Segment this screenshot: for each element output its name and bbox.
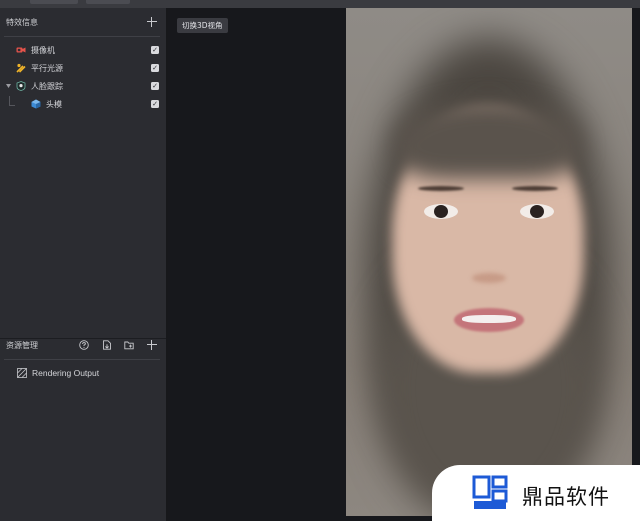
tree-item-label: 平行光源 [31, 64, 63, 73]
tree-item-face-tracking[interactable]: 人脸跟踪 ✓ [0, 78, 166, 94]
top-toolbar [0, 0, 640, 8]
visibility-checkbox[interactable]: ✓ [151, 82, 159, 90]
resources-panel-title: 资源管理 [6, 341, 38, 350]
camera-icon [16, 47, 26, 53]
toolbar-tab[interactable] [86, 0, 130, 4]
tree-item-label: 人脸跟踪 [31, 82, 63, 91]
resource-item-label: Rendering Output [32, 368, 100, 378]
tree-item-camera[interactable]: 摄像机 ✓ [0, 42, 166, 58]
render-output-icon [17, 368, 27, 378]
left-panel: 特效信息 摄像机 ✓ 平行光源 ✓ 人脸跟踪 ✓ 头模 ✓ [0, 8, 166, 521]
effects-panel-title: 特效信息 [6, 18, 38, 27]
visibility-checkbox[interactable]: ✓ [151, 46, 159, 54]
tree-item-head-model[interactable]: 头模 ✓ [0, 96, 166, 112]
watermark-text: 鼎品软件 [522, 485, 610, 509]
face-tracking-icon [16, 81, 26, 91]
import-file-icon[interactable] [102, 340, 112, 350]
new-folder-icon[interactable] [124, 340, 134, 350]
toggle-3d-view-button[interactable]: 切换3D视角 [177, 18, 228, 33]
tree-item-directional-light[interactable]: 平行光源 ✓ [0, 60, 166, 76]
panel-separator [0, 338, 166, 339]
chevron-down-icon[interactable] [6, 84, 11, 88]
watermark-badge: 鼎品软件 [432, 465, 640, 521]
add-resource-button[interactable] [147, 340, 157, 350]
face-preview-image [346, 8, 632, 516]
visibility-checkbox[interactable]: ✓ [151, 64, 159, 72]
head-model-icon [31, 99, 41, 109]
directional-light-icon [16, 63, 26, 73]
brand-logo-icon [468, 471, 512, 515]
add-effect-button[interactable] [147, 17, 157, 27]
help-icon[interactable] [79, 340, 89, 350]
visibility-checkbox[interactable]: ✓ [151, 100, 159, 108]
toolbar-tab[interactable] [30, 0, 78, 4]
tree-item-label: 头模 [46, 100, 62, 109]
tree-item-label: 摄像机 [31, 46, 55, 55]
resource-item-rendering-output[interactable]: Rendering Output [0, 366, 166, 382]
divider [4, 359, 160, 360]
divider [4, 36, 160, 37]
